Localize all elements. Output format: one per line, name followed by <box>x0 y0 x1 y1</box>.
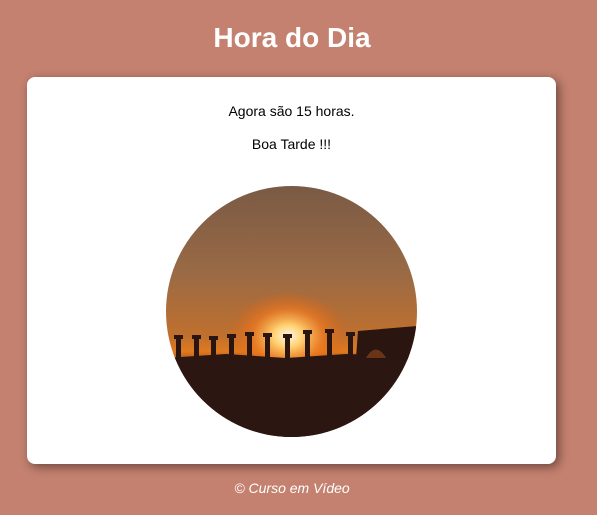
greeting-message: Boa Tarde !!! <box>251 136 332 152</box>
time-of-day-image <box>166 186 417 437</box>
sunset-photo <box>166 186 417 437</box>
footer-credit: © Curso em Vídeo <box>234 480 350 496</box>
main-card: Agora são 15 horas. Boa Tarde !!! <box>27 77 556 464</box>
time-message: Agora são 15 horas. <box>228 103 355 119</box>
page-header: Hora do Dia <box>0 0 597 77</box>
page-title: Hora do Dia <box>213 22 371 53</box>
